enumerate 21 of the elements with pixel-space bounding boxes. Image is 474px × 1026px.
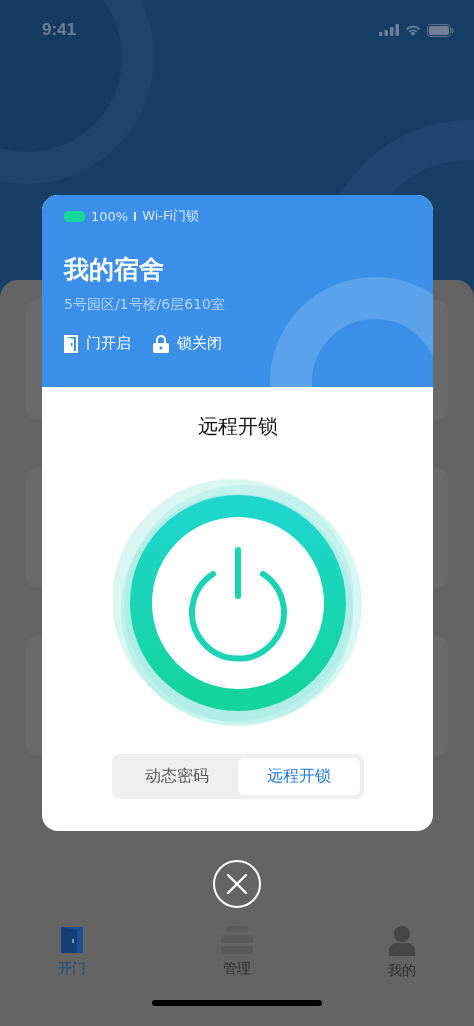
wifi-icon — [405, 24, 421, 36]
segment-tab[interactable]: 远程开锁 — [237, 758, 360, 795]
close-button[interactable] — [213, 860, 261, 908]
room-title: 我的宿舍 — [64, 254, 165, 286]
status-label: 锁关闭 — [177, 334, 222, 353]
person-icon — [389, 926, 415, 956]
close-icon — [226, 873, 248, 895]
lock-icon — [153, 334, 169, 353]
tab-item[interactable]: 开门 — [50, 926, 94, 980]
signal-icon — [379, 24, 399, 36]
battery-percent: 100% — [91, 208, 129, 224]
battery-icon — [427, 23, 454, 37]
battery-level-icon — [64, 210, 85, 222]
door-icon — [60, 926, 84, 954]
status-label: 门开启 — [86, 334, 131, 353]
segment-tab[interactable]: 动态密码 — [115, 758, 238, 795]
action-title: 远程开锁 — [197, 413, 278, 440]
room-location: 5号园区/1号楼/6层610室 — [64, 296, 226, 314]
device-type: Wi-Fi门锁 — [142, 207, 200, 225]
door-icon — [64, 334, 78, 353]
status-time: 9:41 — [42, 20, 77, 40]
